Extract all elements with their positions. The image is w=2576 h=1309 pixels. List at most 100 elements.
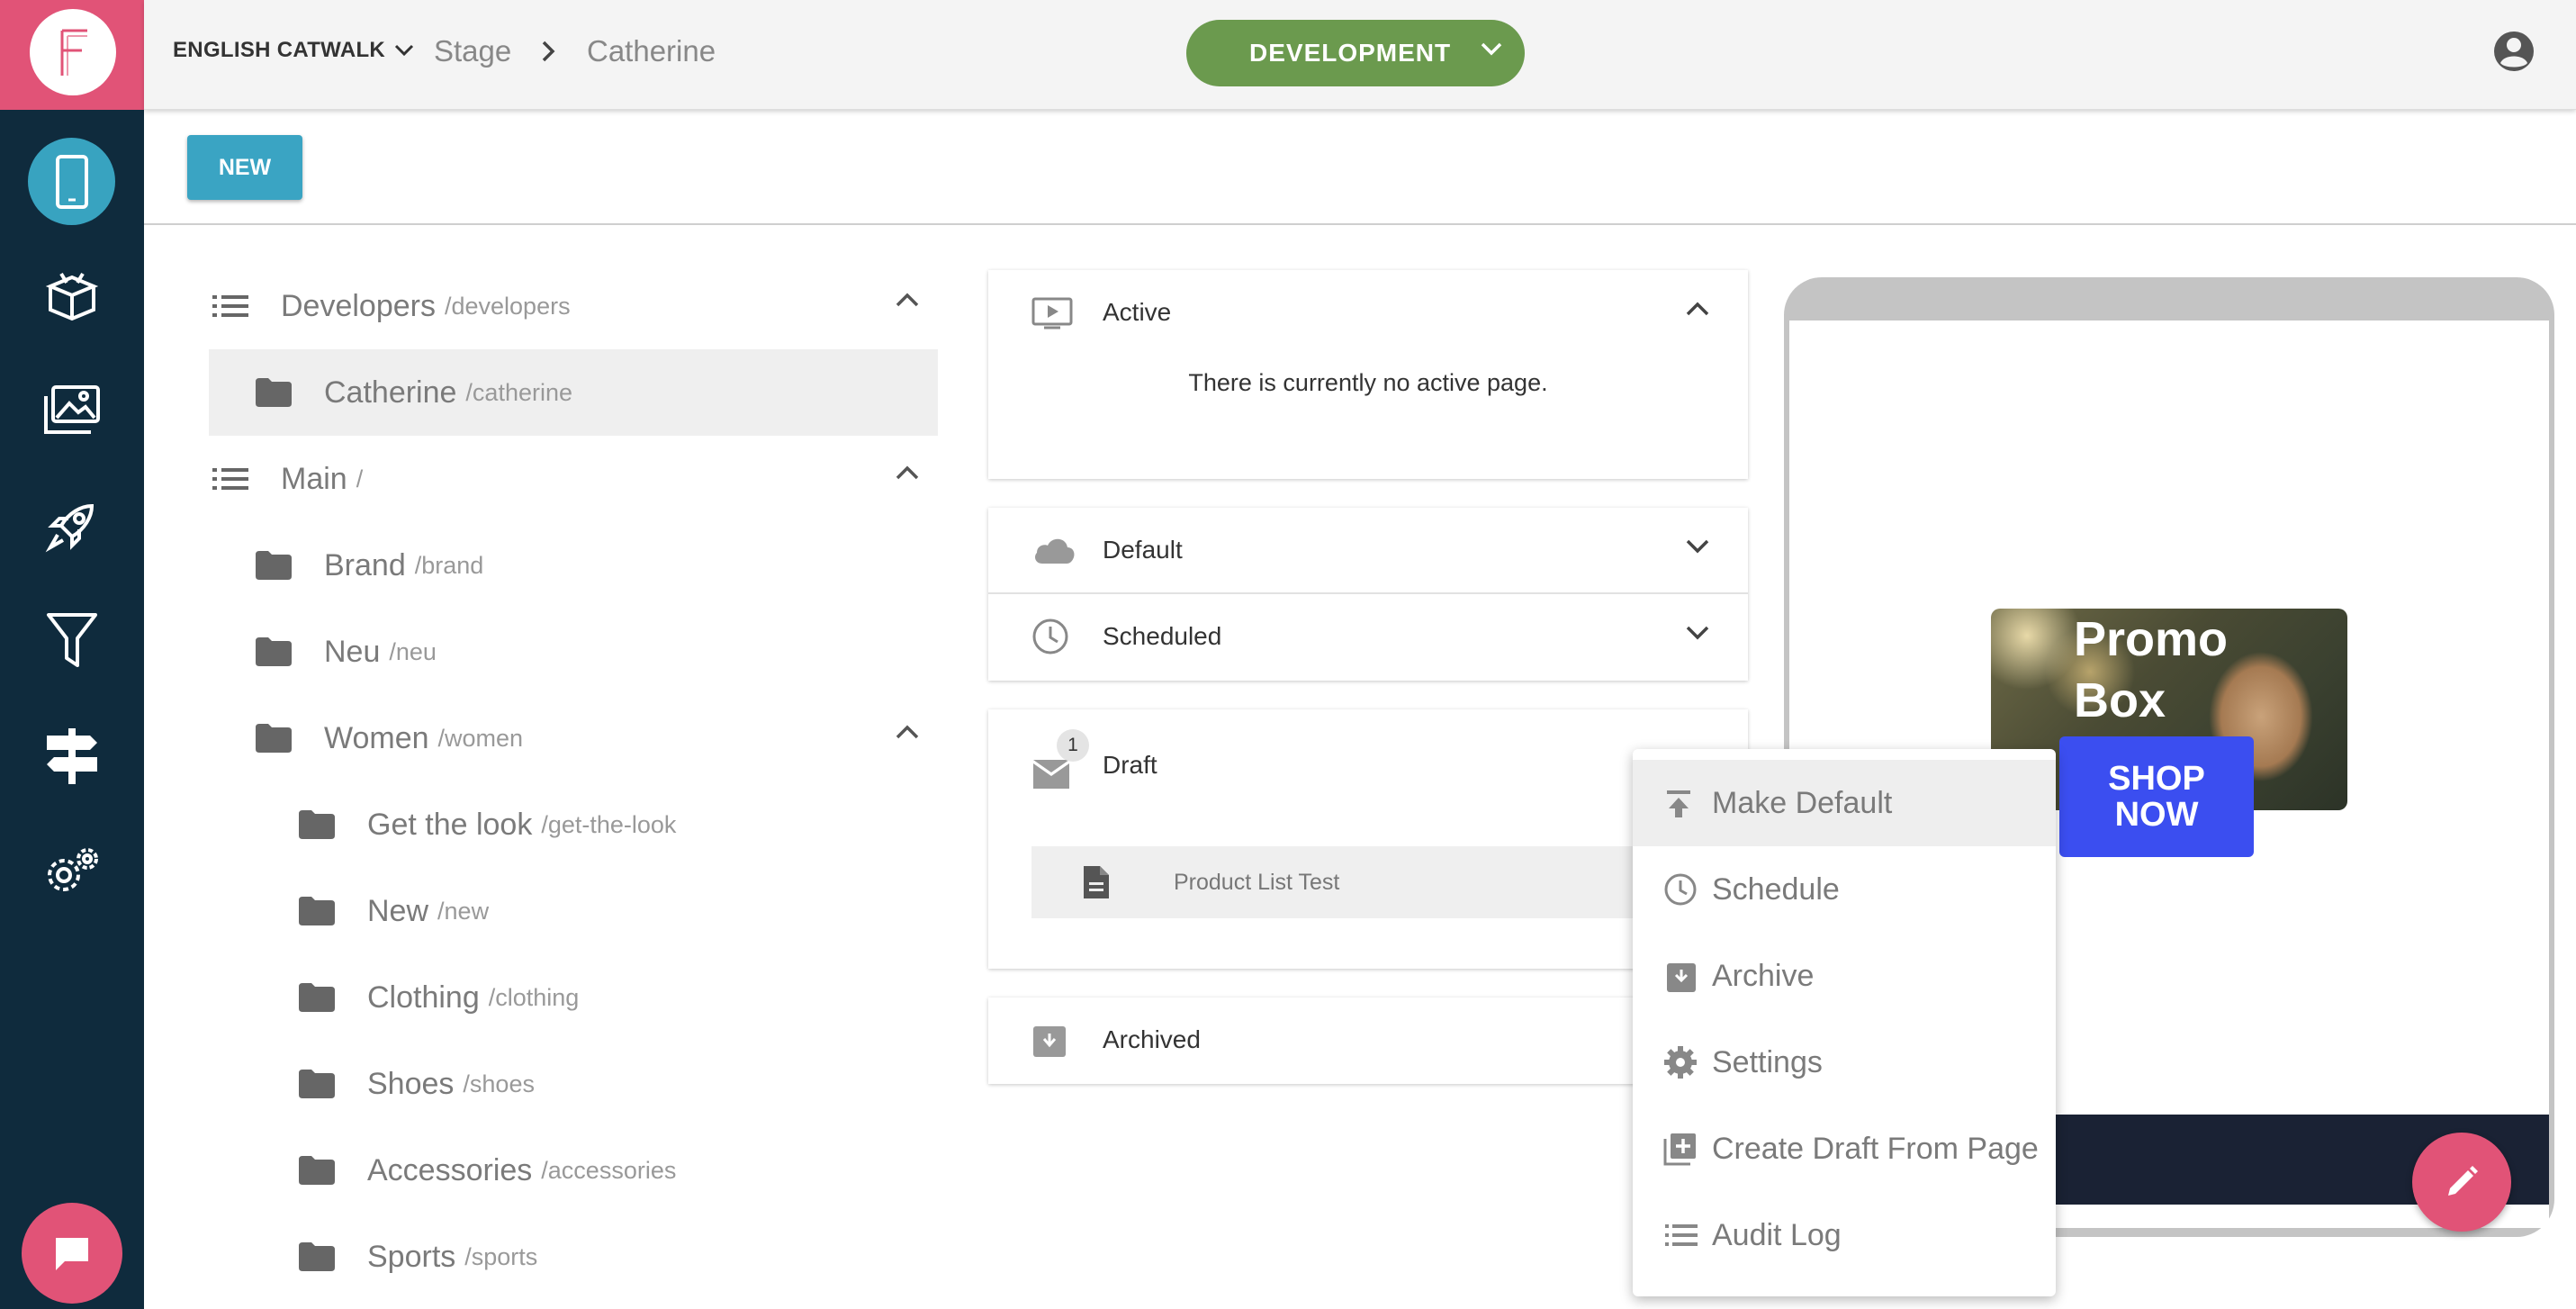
tree-folder-path: /clothing — [488, 983, 580, 1011]
list-icon — [212, 468, 248, 490]
shop-now-button[interactable]: SHOP NOW — [2059, 736, 2254, 857]
tree-folder-get-the-look[interactable]: Get the look /get-the-look — [299, 781, 920, 868]
tree-group-main[interactable]: Main / — [212, 436, 920, 522]
promo-box-title: Promo Box — [2074, 612, 2229, 727]
chevron-down-icon — [1481, 42, 1502, 56]
rocket-icon[interactable] — [38, 492, 106, 560]
chat-icon — [56, 1238, 88, 1270]
chevron-up-icon[interactable] — [895, 724, 920, 740]
menu-item-label: Make Default — [1712, 786, 1893, 820]
new-button[interactable]: NEW — [187, 135, 302, 200]
sub-header: NEW — [144, 110, 2576, 225]
archive-icon — [1667, 963, 1696, 992]
active-header[interactable]: Active — [988, 270, 1748, 357]
tree-folder-path: /new — [437, 897, 490, 925]
menu-item-audit-log[interactable]: Audit Log — [1633, 1192, 2056, 1278]
scheduled-title: Scheduled — [1103, 622, 1222, 650]
environment-selector[interactable]: DEVELOPMENT — [1186, 20, 1525, 86]
folder-icon — [256, 724, 292, 753]
default-header[interactable]: Default — [988, 508, 1748, 594]
side-rail — [0, 0, 144, 1309]
tree-folder-path: /get-the-look — [541, 810, 677, 838]
chevron-down-icon[interactable] — [1685, 538, 1710, 555]
tree-folder-brand[interactable]: Brand /brand — [256, 522, 920, 609]
chevron-up-icon[interactable] — [895, 465, 920, 481]
tree-folder-name: Women — [324, 720, 429, 755]
logo-disc — [30, 9, 116, 95]
tree-folder-path: /accessories — [541, 1156, 677, 1184]
chevron-down-icon — [394, 44, 414, 57]
cloud-icon — [1035, 538, 1075, 564]
tree-folder-name: Neu — [324, 634, 381, 669]
tree-folder-neu[interactable]: Neu /neu — [256, 609, 920, 695]
filter-icon[interactable] — [38, 607, 106, 675]
tree-folder-name: Shoes — [367, 1066, 455, 1101]
tree-folder-women[interactable]: Women /women — [256, 695, 920, 781]
scheduled-header[interactable]: Scheduled — [988, 594, 1748, 681]
clock-icon — [1664, 873, 1697, 906]
gear-icon — [1664, 1046, 1697, 1079]
draft-context-menu: Make Default Schedule Archive Settings C… — [1633, 749, 2056, 1296]
breadcrumb-stage[interactable]: Stage — [434, 34, 511, 68]
tree-folder-catherine[interactable]: Catherine /catherine — [256, 349, 920, 436]
tree-group-path: /developers — [444, 292, 571, 320]
active-title: Active — [1103, 298, 1172, 326]
archive-icon — [1033, 1026, 1066, 1057]
tree-folder-name: Accessories — [367, 1152, 533, 1187]
play-screen-icon — [1031, 297, 1073, 330]
device-preview-icon[interactable] — [28, 138, 115, 225]
menu-item-archive[interactable]: Archive — [1633, 933, 2056, 1019]
menu-item-make-default[interactable]: Make Default — [1633, 760, 2056, 846]
app-logo[interactable] — [0, 0, 144, 110]
top-bar: ENGLISH CATWALK Stage Catherine DEVELOPM… — [144, 0, 2576, 110]
tree-group-name: Main — [281, 461, 347, 496]
tree-folder-name: New — [367, 893, 429, 928]
shop-now-line-2: NOW — [2114, 796, 2199, 834]
chevron-down-icon[interactable] — [1685, 625, 1710, 641]
images-icon[interactable] — [38, 376, 106, 445]
draft-title: Draft — [1103, 751, 1157, 779]
menu-item-create-draft[interactable]: Create Draft From Page — [1633, 1106, 2056, 1192]
logo-f-icon — [60, 29, 87, 76]
tree-folder-path: /sports — [464, 1242, 538, 1270]
tree-folder-shoes[interactable]: Shoes /shoes — [299, 1041, 920, 1127]
folder-icon — [256, 551, 292, 580]
draft-page-item[interactable]: Product List Test — [1031, 846, 1662, 918]
tree-folder-path: /women — [437, 724, 524, 752]
account-icon[interactable] — [2490, 27, 2538, 76]
breadcrumb-page[interactable]: Catherine — [587, 34, 716, 68]
tree-folder-clothing[interactable]: Clothing /clothing — [299, 954, 920, 1041]
list-icon — [212, 295, 248, 317]
menu-item-settings[interactable]: Settings — [1633, 1019, 2056, 1106]
tree-group-path: / — [356, 465, 364, 492]
site-name: ENGLISH CATWALK — [173, 38, 386, 62]
site-selector[interactable]: ENGLISH CATWALK — [173, 38, 414, 63]
menu-item-label: Archive — [1712, 959, 1815, 993]
settings-gears-icon[interactable] — [38, 837, 106, 906]
pencil-icon — [2448, 1166, 2478, 1196]
folder-icon — [256, 378, 292, 407]
folder-icon — [256, 637, 292, 666]
menu-item-label: Create Draft From Page — [1712, 1132, 2039, 1166]
tree-folder-name: Get the look — [367, 807, 533, 842]
draft-count-badge: 1 — [1057, 729, 1089, 762]
archived-title: Archived — [1103, 1025, 1201, 1053]
chevron-up-icon[interactable] — [895, 292, 920, 308]
box-icon[interactable] — [38, 263, 106, 331]
tree-folder-name: Clothing — [367, 979, 480, 1015]
tree-group-name: Developers — [281, 288, 436, 323]
active-section: Active There is currently no active page… — [988, 270, 1748, 479]
folder-icon — [299, 1156, 335, 1185]
tree-folder-accessories[interactable]: Accessories /accessories — [299, 1127, 920, 1214]
shop-now-line-1: SHOP — [2108, 760, 2205, 798]
menu-item-schedule[interactable]: Schedule — [1633, 846, 2056, 933]
chevron-up-icon[interactable] — [1685, 301, 1710, 317]
menu-item-label: Schedule — [1712, 872, 1840, 907]
tree-group-developers[interactable]: Developers /developers — [212, 263, 920, 349]
chat-button[interactable] — [22, 1203, 122, 1304]
tree-folder-new[interactable]: New /new — [299, 868, 920, 954]
edit-button[interactable] — [2412, 1133, 2511, 1232]
tree-folder-sports[interactable]: Sports /sports — [299, 1214, 920, 1300]
tree-folder-name: Sports — [367, 1239, 456, 1274]
signpost-icon[interactable] — [38, 722, 106, 790]
